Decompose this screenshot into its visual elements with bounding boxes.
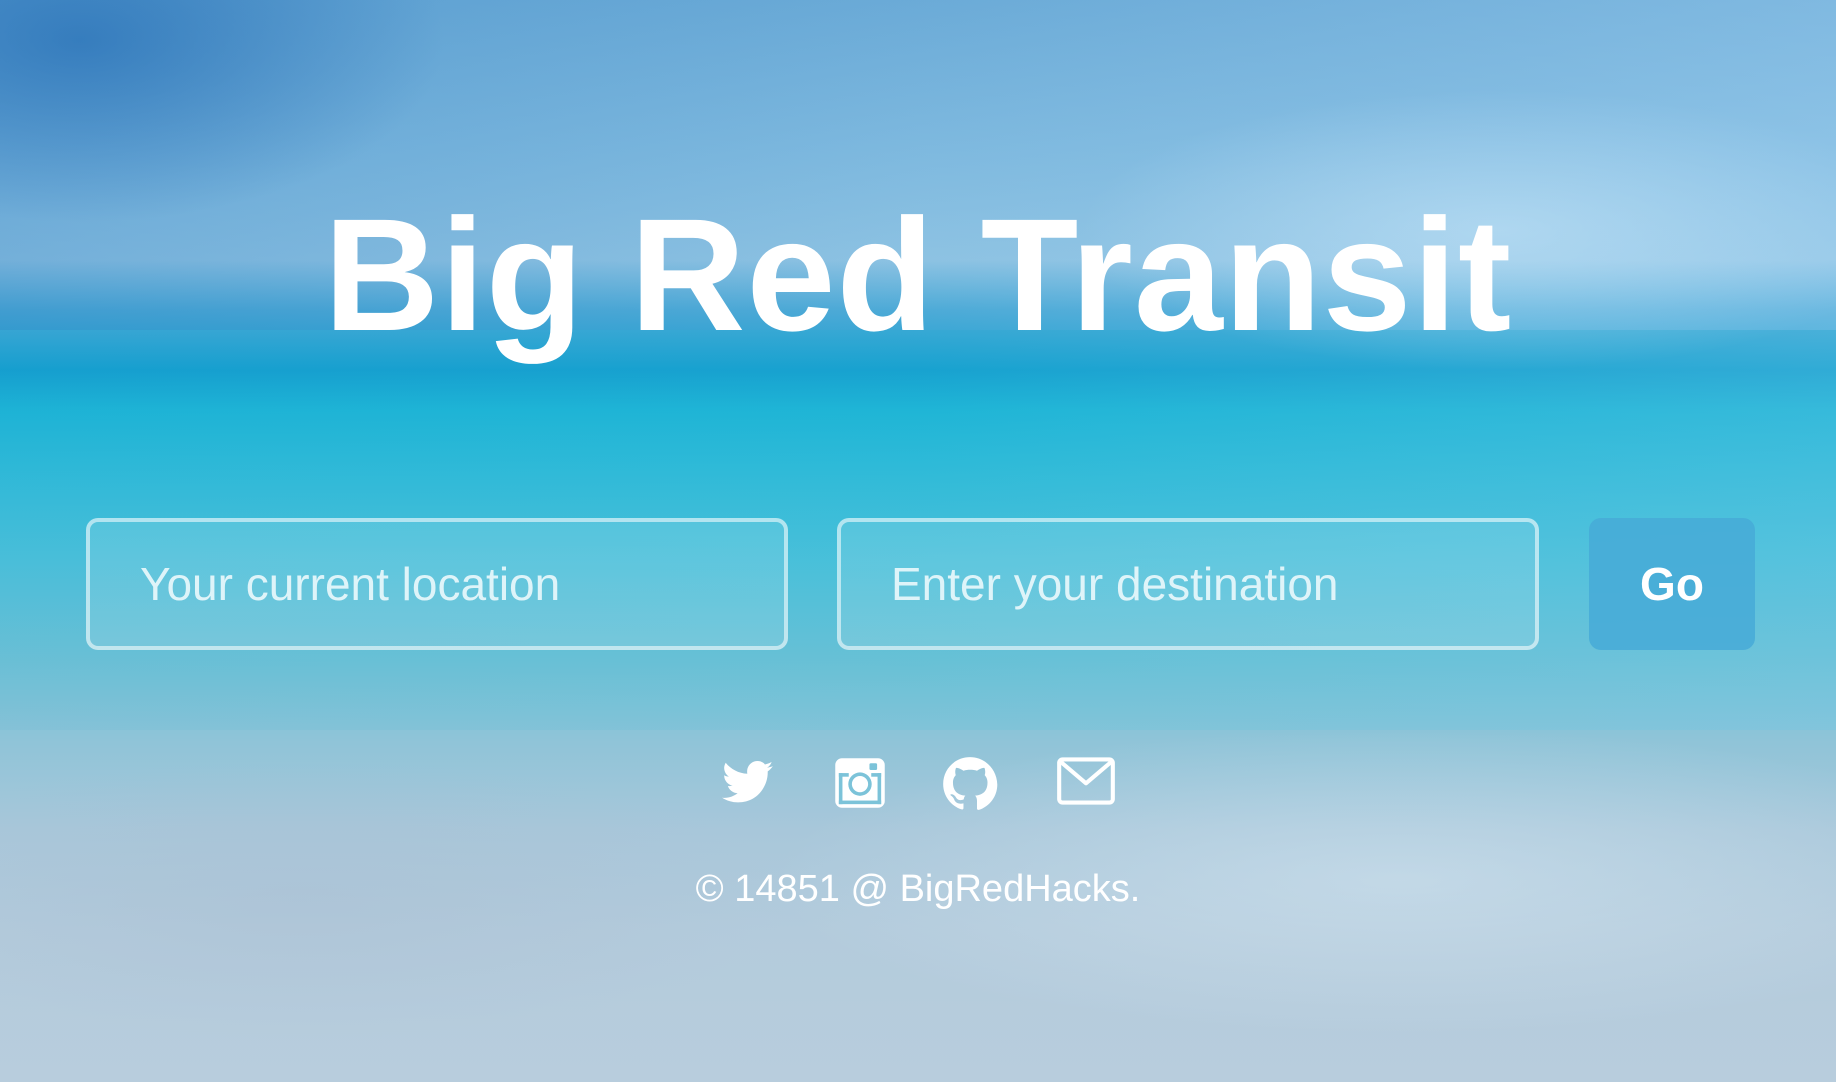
github-icon [942, 756, 1002, 812]
copyright-text: © 14851 @ BigRedHacks. [695, 868, 1141, 910]
current-location-input[interactable] [86, 518, 788, 650]
route-search-form: Go [86, 518, 1755, 650]
mail-icon [1056, 756, 1116, 806]
twitter-link[interactable] [720, 756, 780, 812]
instagram-link[interactable] [833, 756, 893, 812]
mail-link[interactable] [1056, 756, 1116, 812]
destination-input[interactable] [837, 518, 1539, 650]
social-links [0, 756, 1836, 816]
instagram-icon [833, 756, 893, 810]
github-link[interactable] [942, 756, 1002, 812]
page-title: Big Red Transit [323, 185, 1513, 364]
go-button[interactable]: Go [1589, 518, 1755, 650]
twitter-icon [720, 756, 780, 808]
